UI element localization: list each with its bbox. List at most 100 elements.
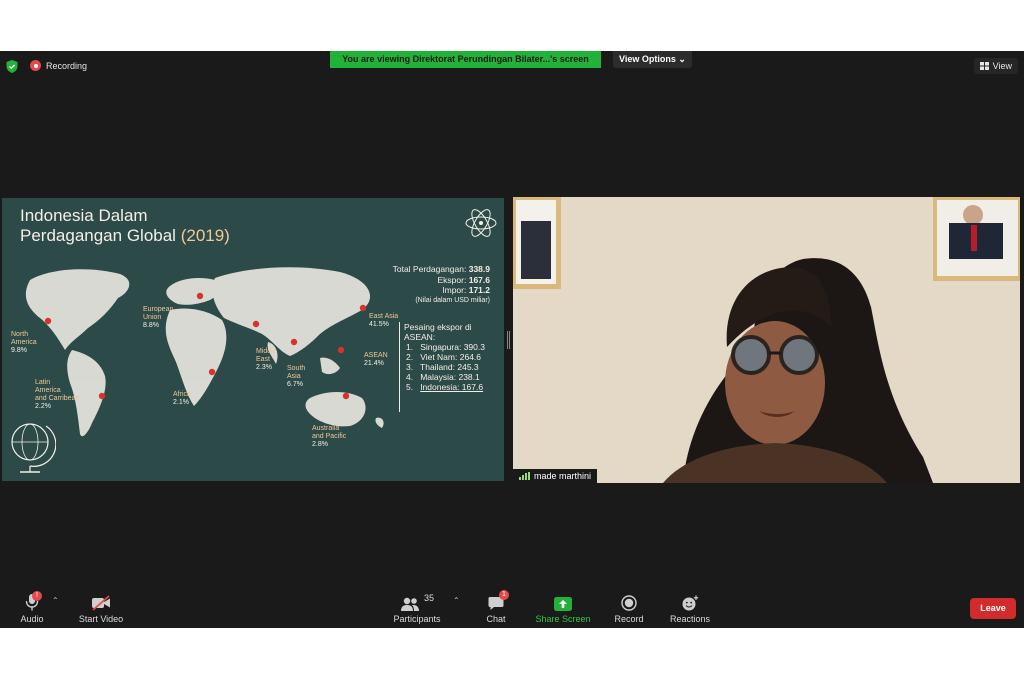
list-item: 4. Malaysia: 238.1 [406,372,480,382]
trade-summary: Total Perdagangan: 338.9 Ekspor: 167.6 I… [393,264,490,306]
share-screen-label: Share Screen [535,614,591,624]
view-label: View [992,61,1012,71]
trade-import-label: Impor: [442,285,467,295]
trade-export-value: 167.6 [468,274,490,285]
region-name: East Asia [369,313,399,320]
region-name: ASEAN [364,352,388,359]
region-name: European [143,306,174,313]
asean-rivals-list: Pesaing ekspor di ASEAN: 1. Singapura: 3… [399,322,500,412]
region-name: Middle [256,348,277,355]
encryption-shield-icon[interactable] [6,60,18,73]
record-label: Record [614,614,644,624]
list-item: 3. Thailand: 245.3 [406,362,479,372]
audio-options-caret[interactable]: ⌃ [52,596,59,605]
region-percent: 21.4% [364,360,384,367]
start-video-label: Start Video [78,614,124,624]
region-percent: 2.3% [256,364,272,371]
region-name: Australia [312,425,340,432]
recording-label: Recording [46,60,88,71]
trade-total-label: Total Perdagangan: [392,264,467,274]
trade-total-value: 338.9 [468,264,490,274]
region-name: America [35,387,61,394]
participants-options-caret[interactable]: ⌃ [453,596,460,605]
viewing-screen-banner: You are viewing Direktorat Perundingan B… [330,51,601,68]
participants-button[interactable]: 35 Participants [390,593,444,624]
grid-view-icon [979,62,989,70]
region-percent: 6.7% [287,381,303,388]
video-off-icon [92,595,110,611]
list-item: 2. Viet Nam: 264.6 [406,352,482,362]
region-percent: 8.8% [143,322,159,329]
reactions-button[interactable]: Reactions [668,593,712,624]
atom-icon [465,209,497,237]
slide-title-line1: Indonesia Dalam [20,206,148,225]
participant-name: made marthini [534,471,592,481]
leave-button[interactable]: Leave [970,598,1016,619]
region-africa: Africa 2.1% [173,391,191,407]
region-australia-pacific: Australia and Pacific 2.8% [312,425,346,449]
audio-label: Audio [20,614,44,624]
region-percent: 9.8% [11,347,27,354]
slide-title-year: (2019) [180,226,230,245]
audio-warning-badge: ! [32,591,42,601]
region-name: East [256,356,271,363]
list-item: 5. Indonesia: 167.6 [406,382,484,392]
region-name: Asia [287,373,301,380]
region-name: America [11,339,37,346]
region-name: and Pacific [312,433,347,440]
zoom-meeting-window: Recording You are viewing Direktorat Per… [0,51,1024,628]
region-name: Union [143,314,162,321]
region-asean: ASEAN 21.4% [364,352,388,368]
region-percent: 41.5% [369,321,389,328]
trade-export-label: Ekspor: [437,274,467,285]
signal-strength-icon [519,472,530,480]
start-video-button[interactable]: Start Video [74,593,128,624]
list-item: 1. Singapura: 390.3 [406,342,485,352]
trade-note: (Nilai dalam USD miliar) [415,296,490,304]
region-north-america: North America 9.8% [11,331,37,355]
region-south-asia: South Asia 6.7% [287,365,305,389]
recording-indicator[interactable]: Recording [30,60,87,71]
audio-button[interactable]: ! Audio [14,591,50,624]
rivals-title: Pesaing ekspor di [404,322,472,332]
participant-video-feed [513,197,1020,483]
record-button[interactable]: Record [612,593,646,624]
region-east-asia: East Asia 41.5% [369,313,398,329]
participants-icon [400,597,419,611]
region-name: and Carribean [35,395,80,402]
rivals-title: ASEAN: [404,332,436,342]
region-name: North [11,331,29,338]
region-percent: 2.2% [35,403,51,410]
region-middle-east: Middle East 2.3% [256,348,277,372]
chat-unread-badge: 1 [499,590,509,600]
region-percent: 2.8% [312,441,328,448]
region-percent: 2.1% [173,399,189,406]
chevron-down-icon: ⌄ [678,54,686,64]
region-name: Africa [173,391,191,398]
recording-icon [30,60,41,71]
globe-icon [11,423,56,473]
record-icon [621,595,637,611]
region-latin-america: Latin America and Carribean 2.2% [35,379,79,411]
world-map [25,267,384,437]
shared-screen-slide: Indonesia Dalam Perdagangan Global (2019… [2,198,504,481]
slide-title-line2: Perdagangan Global [20,226,176,245]
chat-button[interactable]: 1 Chat [480,590,512,624]
region-name: South [287,365,306,372]
slide-title: Indonesia Dalam Perdagangan Global (2019… [20,206,230,246]
region-european-union: European Union 8.8% [143,306,173,330]
reactions-label: Reactions [669,614,711,624]
participant-name-tag: made marthini [513,469,598,483]
view-options-label: View Options [619,54,676,64]
share-screen-button[interactable]: Share Screen [534,593,592,624]
participants-label: Participants [393,614,441,624]
participant-video[interactable]: made marthini [513,197,1020,483]
split-view-resize-handle[interactable] [507,331,510,349]
chat-label: Chat [486,614,506,624]
view-button[interactable]: View [973,58,1018,74]
participants-count: 35 [423,593,434,603]
view-options-button[interactable]: View Options ⌄ [613,51,692,68]
trade-import-value: 171.2 [468,285,490,295]
reactions-icon [682,595,699,611]
share-screen-icon [554,597,572,611]
